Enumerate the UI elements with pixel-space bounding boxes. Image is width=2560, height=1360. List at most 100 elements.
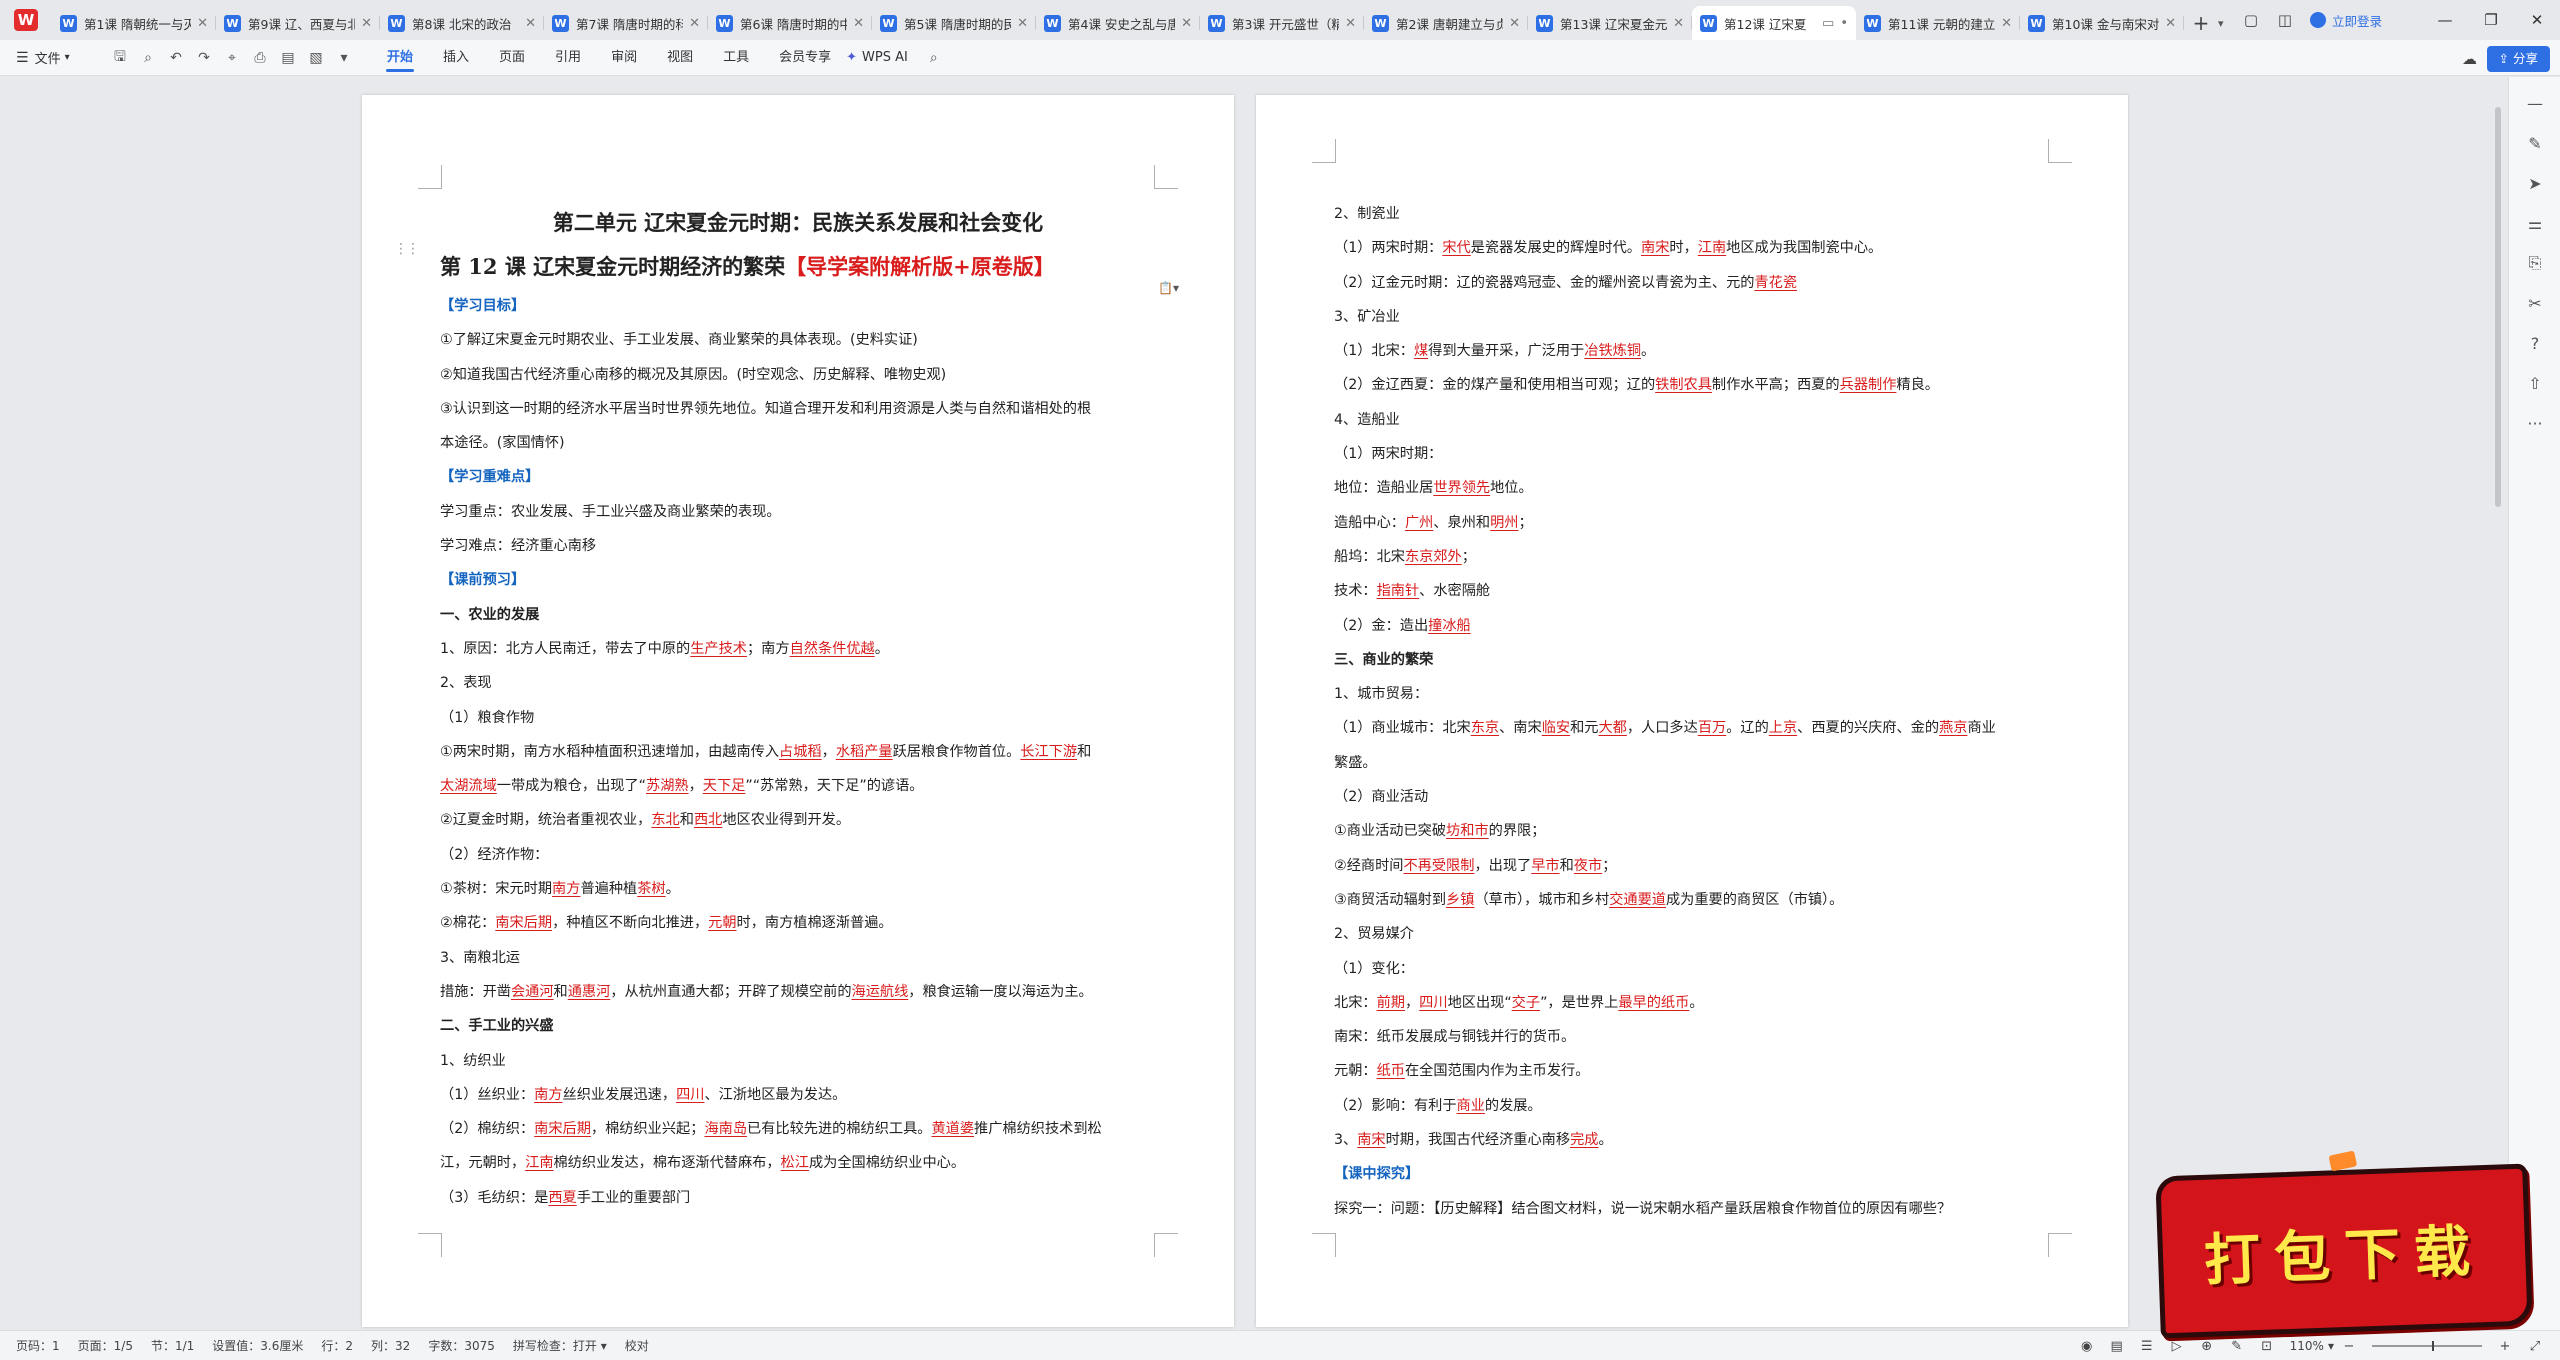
play-icon[interactable]: ▷ xyxy=(2162,1339,2192,1354)
more-options-icon[interactable]: ··· xyxy=(2509,403,2560,443)
close-tab-icon[interactable]: ✕ xyxy=(1673,16,1684,31)
text-segment: 、泉州和 xyxy=(1433,514,1491,531)
restore-button[interactable]: ❐ xyxy=(2468,0,2514,40)
ribbon-tab[interactable]: 页面 xyxy=(484,40,540,76)
document-tab[interactable]: W 第8课 北宋的政治 ✕ xyxy=(380,6,544,40)
ribbon-tab[interactable]: 会员专享 xyxy=(764,40,846,76)
document-tab[interactable]: W 第5课 隋唐时期的民族 ✕ xyxy=(872,6,1036,40)
ribbon-tab[interactable]: 开始 xyxy=(372,40,428,76)
wps-logo[interactable]: W xyxy=(0,0,52,40)
status-spell-check[interactable]: 拼写检查：打开 ▾ xyxy=(513,1337,607,1354)
skin-icon[interactable]: ◫ xyxy=(2268,5,2302,35)
zoom-out-icon[interactable]: − xyxy=(2334,1339,2364,1354)
export-pdf-icon[interactable]: ▤ xyxy=(274,50,302,66)
answer-blank: 长江下游 xyxy=(1020,743,1078,760)
more-icon[interactable]: ▾ xyxy=(330,50,358,66)
web-view-icon[interactable]: ⊕ xyxy=(2192,1339,2222,1354)
page-2[interactable]: 2、制瓷业 （1）两宋时期：宋代是瓷器发展史的辉煌时代。南宋时，江南地区成为我国制… xyxy=(1256,95,2128,1327)
wps-ai-button[interactable]: ✦ WPS AI xyxy=(846,50,908,65)
new-tab-button[interactable]: + xyxy=(2184,6,2218,40)
document-tab[interactable]: W 第10课 金与南宋对峙 ✕ xyxy=(2020,6,2184,40)
zoom-level[interactable]: 110% xyxy=(2290,1339,2324,1353)
text-segment: ”，是世界上 xyxy=(1540,994,1619,1011)
save-icon[interactable]: 🖫 xyxy=(106,46,134,70)
status-setting-value[interactable]: 设置值：3.6厘米 xyxy=(212,1337,303,1354)
select-cursor-icon[interactable]: ➤ xyxy=(2509,163,2560,203)
fit-page-icon[interactable]: ⊡ xyxy=(2252,1339,2282,1354)
share-button[interactable]: ⇪ 分享 xyxy=(2486,46,2550,72)
paste-options-icon[interactable]: 📋▾ xyxy=(1158,281,1186,301)
status-page-number[interactable]: 页码：1 xyxy=(16,1337,60,1354)
document-tab[interactable]: W 第13课 辽宋夏金元 ✕ xyxy=(1528,6,1692,40)
image-icon[interactable]: ▧ xyxy=(302,50,330,66)
screen-icon[interactable]: ▭ xyxy=(1822,16,1834,31)
document-tab[interactable]: W 第11课 元朝的建立与统 ✕ xyxy=(1856,6,2020,40)
status-section[interactable]: 节：1/1 xyxy=(151,1337,194,1354)
close-tab-icon[interactable]: ✕ xyxy=(1017,16,1028,31)
undo-icon[interactable]: ↶ xyxy=(162,50,190,66)
paragraph-drag-handle-icon[interactable]: ⋮⋮ xyxy=(394,241,420,257)
scrollbar-thumb[interactable] xyxy=(2495,107,2501,507)
redo-icon[interactable]: ↷ xyxy=(190,50,218,66)
answer-blank: 松江 xyxy=(780,1155,809,1172)
ribbon-tab[interactable]: 引用 xyxy=(540,40,596,76)
file-menu[interactable]: ☰ 文件 ▾ xyxy=(16,48,90,68)
avatar-icon xyxy=(2309,12,2326,28)
collapse-panel-icon[interactable]: — xyxy=(2509,83,2560,123)
outline-view-icon[interactable]: ☰ xyxy=(2132,1339,2162,1354)
format-painter-icon[interactable]: ⌖ xyxy=(218,50,246,66)
status-column[interactable]: 列：32 xyxy=(371,1337,410,1354)
find-icon[interactable]: ⌕ xyxy=(134,50,162,66)
edit-pen-icon[interactable]: ✎ xyxy=(2509,123,2560,163)
adjust-settings-icon[interactable]: ⚌ xyxy=(2509,203,2560,243)
download-ad-banner[interactable]: 打包下载 xyxy=(2155,1150,2533,1339)
ribbon-tab[interactable]: 视图 xyxy=(652,40,708,76)
eye-protection-icon[interactable]: ◉ xyxy=(2072,1339,2102,1354)
document-tab[interactable]: W 第1课 隋朝统一与灭亡 ✕ xyxy=(52,6,216,40)
close-tab-icon[interactable]: ✕ xyxy=(2001,16,2012,31)
tools-icon[interactable]: ✂ xyxy=(2509,283,2560,323)
document-tab[interactable]: W 第7课 隋唐时期的科技 ✕ xyxy=(544,6,708,40)
close-tab-icon[interactable]: ✕ xyxy=(1181,16,1192,31)
login-button[interactable]: 立即登录 xyxy=(2309,11,2382,30)
close-tab-icon[interactable]: ✕ xyxy=(853,16,864,31)
write-mode-icon[interactable]: ✎ xyxy=(2222,1339,2252,1354)
status-word-count[interactable]: 字数：3075 xyxy=(428,1337,495,1354)
zoom-in-icon[interactable]: + xyxy=(2490,1339,2520,1354)
vertical-scrollbar[interactable] xyxy=(2488,77,2508,1330)
minimize-button[interactable]: — xyxy=(2422,0,2468,40)
document-tab[interactable]: W 第4课 安史之乱与唐朝 ✕ xyxy=(1036,6,1200,40)
page-1[interactable]: ⋮⋮ 📋▾ 第二单元 辽宋夏金元时期：民族关系发展和社会变化 第 12 课 辽宋… xyxy=(362,95,1234,1327)
document-tab[interactable]: W 第6课 隋唐时期的中外 ✕ xyxy=(708,6,872,40)
search-icon[interactable]: ⌕ xyxy=(930,50,938,66)
print-icon[interactable]: ⎙ xyxy=(246,50,274,66)
status-row[interactable]: 行：2 xyxy=(321,1337,353,1354)
ribbon-tab[interactable]: 审阅 xyxy=(596,40,652,76)
close-tab-icon[interactable]: ✕ xyxy=(2165,16,2176,31)
help-icon[interactable]: ? xyxy=(2509,323,2560,363)
close-tab-icon[interactable]: ✕ xyxy=(689,16,700,31)
word-doc-icon: W xyxy=(1208,14,1225,32)
window-layout-icon[interactable]: ▢ xyxy=(2234,5,2268,35)
document-tab[interactable]: W 第3课 开元盛世（精） ✕ xyxy=(1200,6,1364,40)
close-tab-icon[interactable]: • xyxy=(1840,16,1848,31)
close-tab-icon[interactable]: ✕ xyxy=(361,16,372,31)
status-proofread[interactable]: 校对 xyxy=(625,1337,649,1354)
close-window-button[interactable]: ✕ xyxy=(2514,0,2560,40)
close-tab-icon[interactable]: ✕ xyxy=(1345,16,1356,31)
close-tab-icon[interactable]: ✕ xyxy=(1509,16,1520,31)
status-pages[interactable]: 页面：1/5 xyxy=(78,1337,133,1354)
document-tab[interactable]: W 第9课 辽、西夏与北宋 ✕ xyxy=(216,6,380,40)
translate-icon[interactable]: ⎘ xyxy=(2509,243,2560,283)
document-tab[interactable]: W 第2课 唐朝建立与贞观 ✕ xyxy=(1364,6,1528,40)
ribbon-tab[interactable]: 工具 xyxy=(708,40,764,76)
document-tab[interactable]: W 第12课 辽宋夏 ▭ • xyxy=(1692,6,1856,40)
share-panel-icon[interactable]: ⇧ xyxy=(2509,363,2560,403)
page-view-icon[interactable]: ▤ xyxy=(2102,1339,2132,1354)
ribbon-tab[interactable]: 插入 xyxy=(428,40,484,76)
fullscreen-icon[interactable]: ⤢ xyxy=(2520,1339,2550,1354)
close-tab-icon[interactable]: ✕ xyxy=(197,16,208,31)
cloud-sync-icon[interactable]: ☁ xyxy=(2453,44,2487,74)
zoom-slider[interactable] xyxy=(2372,1341,2482,1351)
close-tab-icon[interactable]: ✕ xyxy=(525,16,536,31)
